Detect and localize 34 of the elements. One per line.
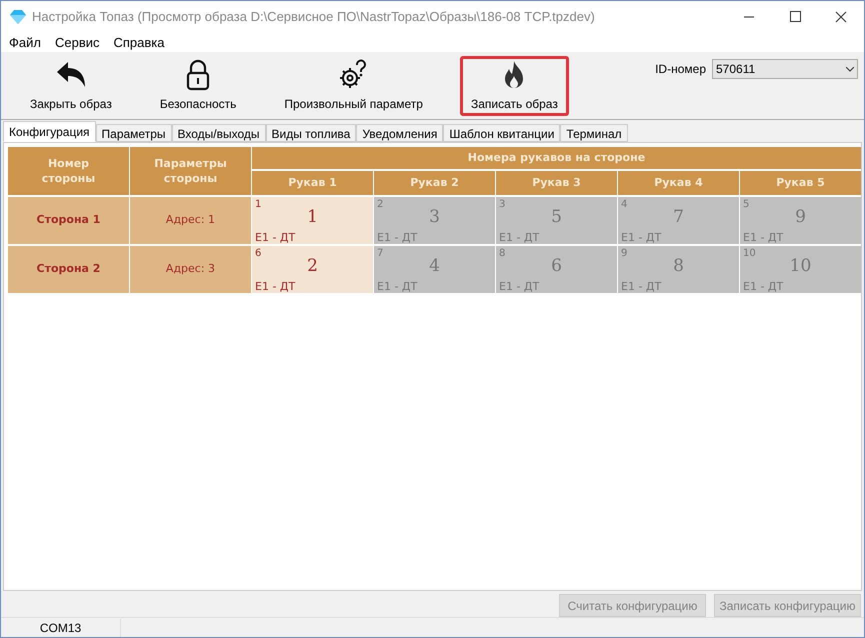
header-cell: Параметры стороны [130,147,251,195]
tab[interactable]: Уведомления [356,124,444,142]
header-cell: Номера рукавов на стороне [252,147,861,169]
table-cell: Адрес: 1 [130,197,251,244]
menu-item[interactable]: Сервис [54,32,100,52]
toolbar-button[interactable]: Безопасность [148,56,248,116]
tab[interactable]: Параметры [96,124,172,142]
tab[interactable]: Входы/выходы [172,124,266,142]
toolbar-button[interactable]: Произвольный параметр [273,56,434,116]
hose-cell[interactable]: 6 2 E1 - ДТ [252,246,373,293]
tab[interactable]: Шаблон квитанции [443,124,560,142]
tab[interactable]: Терминал [560,124,628,142]
tab[interactable]: Виды топлива [266,124,356,142]
header-cell: Рукав 2 [374,171,495,195]
table-cell: Сторона 2 [8,246,129,293]
header-cell: Рукав 5 [740,171,861,195]
table-cell: Сторона 1 [8,197,129,244]
window-title: Настройка Топаз (Просмотр образа D:\Сервисное ПО\NastrTopaz\Образы\186-08 TCP.tpzdev) [32,8,595,26]
hose-cell[interactable]: 1 1 E1 - ДТ [252,197,373,244]
chevron-down-icon [846,66,854,72]
toolbar-button[interactable]: Записать образ [460,56,569,116]
menu-item[interactable]: Файл [9,32,41,52]
header-cell: Номер стороны [8,147,129,195]
status-text: COM13 [1,618,121,636]
header-cell: Рукав 1 [252,171,373,195]
header-cell: Рукав 3 [496,171,617,195]
menu-item[interactable]: Справка [114,32,164,52]
header-cell: Рукав 4 [618,171,739,195]
table-cell: Адрес: 3 [130,246,251,293]
id-label: ID-номер [655,61,706,78]
tab[interactable]: Конфигурация [3,121,96,142]
toolbar-button[interactable]: Закрыть образ [19,56,123,116]
id-dropdown[interactable]: 570611 [712,59,858,79]
diamond-icon [10,10,26,24]
